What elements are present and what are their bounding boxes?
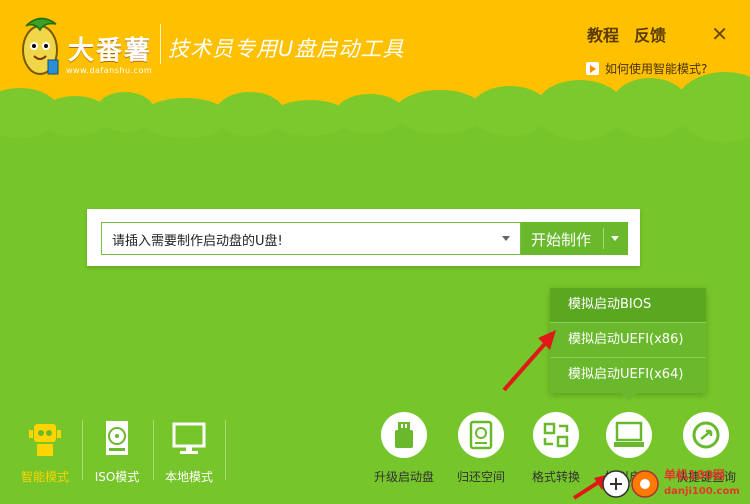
help-link-label: 如何使用智能模式?	[605, 62, 708, 76]
simulate-boot-menu: 模拟启动BIOS 模拟启动UEFI(x86) 模拟启动UEFI(x64)	[550, 288, 706, 393]
usb-select[interactable]: 请插入需要制作启动盘的U盘!	[101, 222, 521, 255]
tool-format-convert[interactable]: 格式转换	[522, 412, 590, 485]
watermark: 单机100网 danji100.com	[600, 462, 750, 500]
usb-select-value: 请插入需要制作启动盘的U盘!	[112, 234, 283, 249]
mode-iso-label: ISO模式	[94, 470, 140, 484]
menu-caret	[621, 393, 637, 401]
mode-smart[interactable]: 智能模式	[10, 418, 80, 485]
svg-text:单机100网: 单机100网	[664, 467, 725, 482]
menu-item-bios[interactable]: 模拟启动BIOS	[550, 288, 706, 322]
mode-local-label: 本地模式	[164, 470, 213, 484]
nav-feedback[interactable]: 反馈	[634, 22, 666, 46]
robot-icon	[25, 418, 65, 458]
brand-name: 大番薯	[68, 36, 153, 66]
close-icon[interactable]: ✕	[711, 22, 728, 46]
header-divider	[160, 24, 161, 64]
tool-restore-space[interactable]: 归还空间	[447, 412, 515, 485]
convert-icon	[533, 412, 579, 458]
help-link[interactable]: 如何使用智能模式?	[586, 60, 707, 77]
chevron-down-icon[interactable]	[611, 236, 619, 241]
start-button[interactable]: 开始制作	[521, 222, 628, 255]
chevron-down-icon[interactable]	[502, 236, 510, 241]
tool-restore-space-label: 归还空间	[456, 470, 505, 484]
start-button-divider	[603, 228, 604, 249]
tool-upgrade[interactable]: 升级启动盘	[370, 412, 438, 485]
usb-icon	[381, 412, 427, 458]
red-arrow-icon	[502, 330, 556, 392]
disk-icon	[458, 412, 504, 458]
slogan: 技术员专用U盘启动工具	[168, 37, 405, 61]
usb-select-panel: 请插入需要制作启动盘的U盘! 开始制作	[87, 209, 640, 266]
mode-iso[interactable]: ISO模式	[82, 418, 152, 485]
svg-text:danji100.com: danji100.com	[664, 486, 740, 497]
mascot-icon	[22, 17, 59, 75]
mode-smart-label: 智能模式	[20, 470, 69, 484]
hotkey-icon	[683, 412, 729, 458]
menu-item-uefi-x86[interactable]: 模拟启动UEFI(x86)	[550, 323, 706, 357]
start-button-label: 开始制作	[531, 231, 592, 249]
menu-item-uefi-x64[interactable]: 模拟启动UEFI(x64)	[550, 358, 706, 392]
computer-icon	[606, 412, 652, 458]
play-icon	[586, 62, 599, 75]
mode-local[interactable]: 本地模式	[154, 418, 224, 485]
brand-url: www.dafanshu.com	[66, 66, 153, 75]
nav-tutorial[interactable]: 教程	[587, 22, 619, 46]
iso-file-icon	[97, 418, 137, 458]
mode-divider	[225, 420, 226, 480]
tool-upgrade-label: 升级启动盘	[373, 470, 434, 484]
tool-format-convert-label: 格式转换	[531, 470, 580, 484]
monitor-icon	[169, 418, 209, 458]
